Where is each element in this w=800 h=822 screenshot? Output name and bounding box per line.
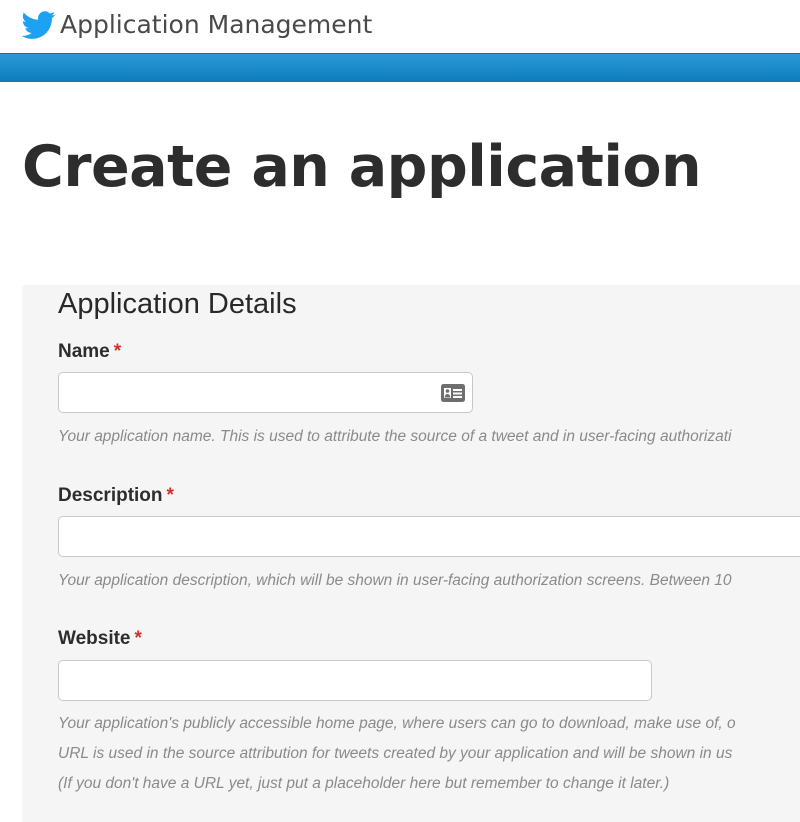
application-details-panel: Application Details Name * Your applicati… [22,285,800,822]
section-title: Application Details [58,288,297,320]
description-label: Description * [58,484,174,508]
website-help-text-line-3: (If you don't have a URL yet, just put a… [58,775,670,792]
website-help-text-line-1: Your application's publicly accessible h… [58,715,736,732]
twitter-bird-icon [22,11,56,39]
description-label-text: Description [58,485,163,506]
name-help-text: Your application name. This is used to a… [58,428,732,445]
website-input[interactable] [58,660,652,701]
required-marker: * [166,485,174,506]
required-marker: * [134,628,142,649]
description-input[interactable] [58,516,800,557]
website-help-text-line-2: URL is used in the source attribution fo… [58,745,733,762]
name-input[interactable] [58,372,473,413]
contact-card-icon[interactable] [440,383,466,403]
website-label-text: Website [58,628,131,649]
nav-bar [0,53,800,82]
top-header: Application Management [0,0,800,53]
required-marker: * [113,341,122,362]
website-label: Website * [58,627,142,651]
page-title: Create an application [22,134,702,200]
app-title: Application Management [60,10,373,39]
brand[interactable]: Application Management [22,8,372,42]
name-label-text: Name [58,341,110,362]
name-label: Name * [58,340,121,364]
description-help-text: Your application description, which will… [58,572,732,589]
